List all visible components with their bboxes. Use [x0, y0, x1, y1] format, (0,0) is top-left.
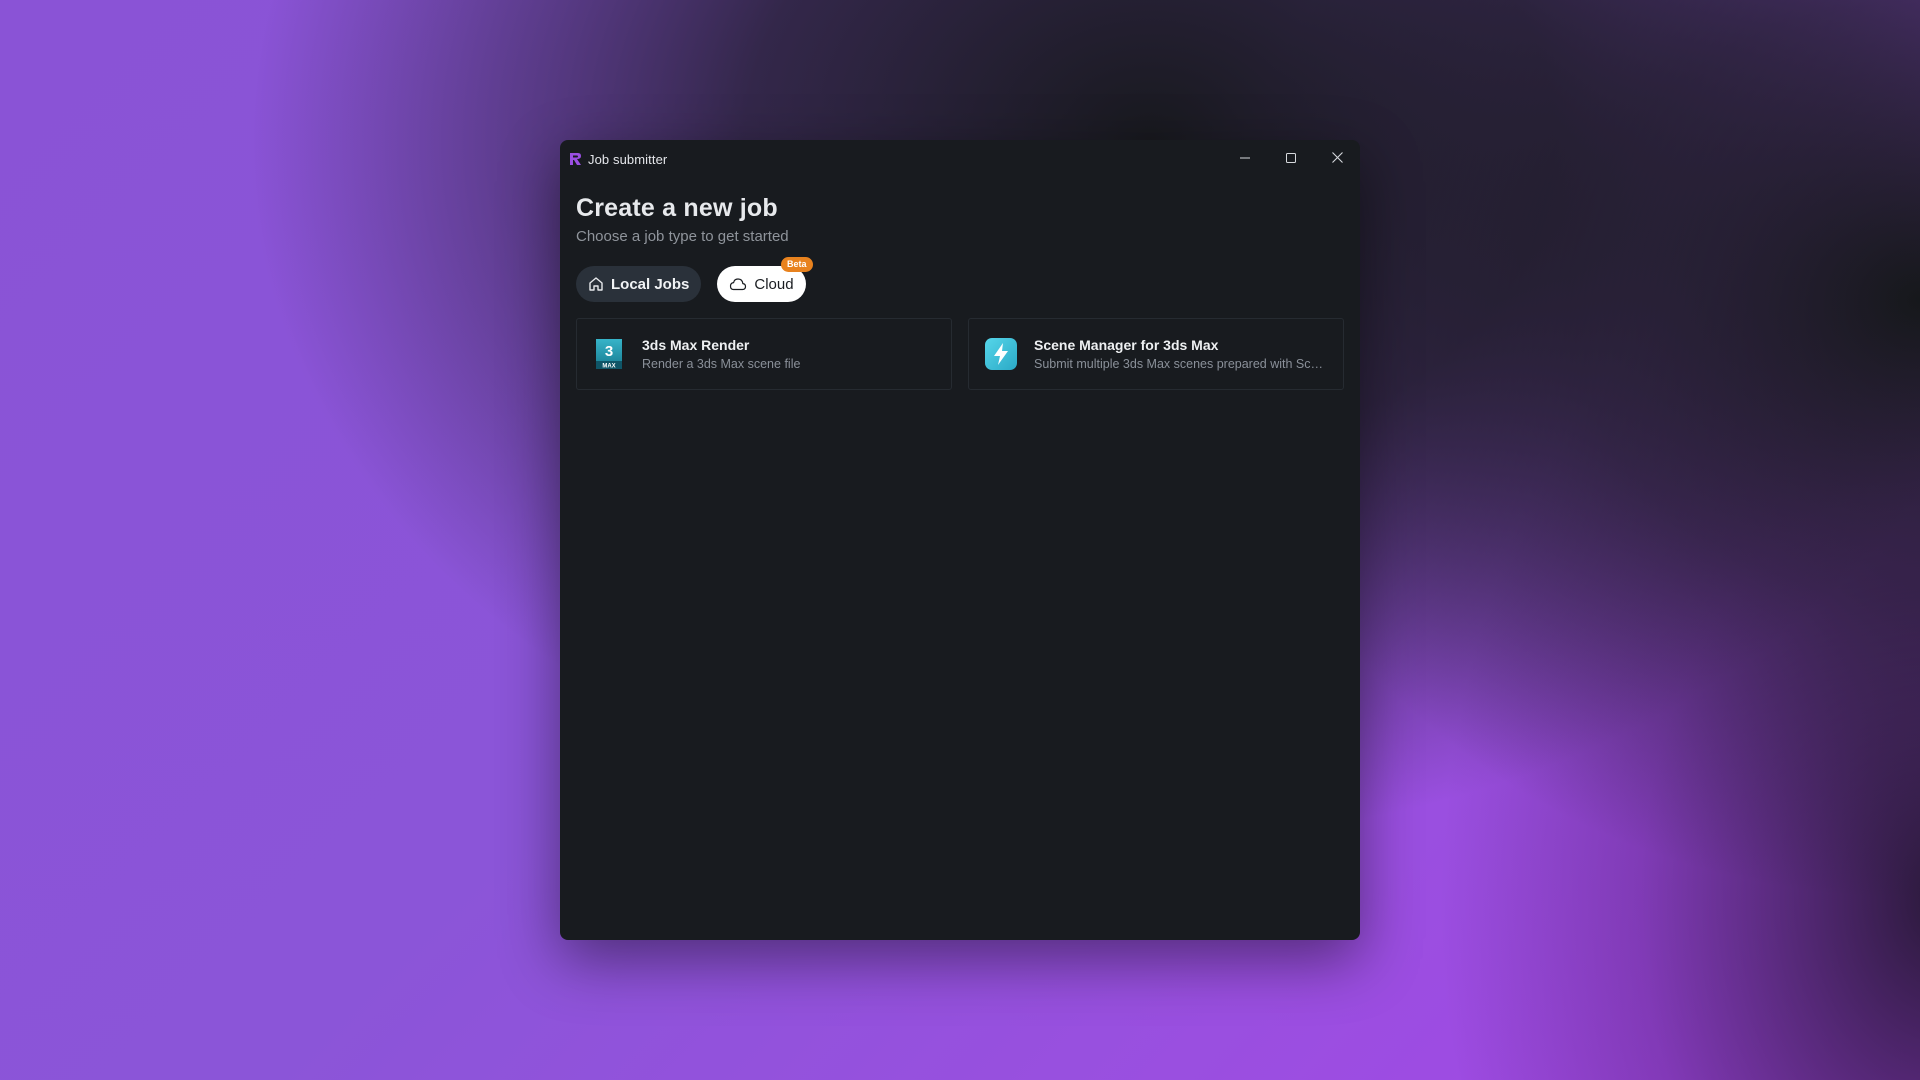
cloud-icon: [729, 277, 747, 291]
job-card-text: Scene Manager for 3ds Max Submit multipl…: [1034, 337, 1327, 371]
tab-cloud-label: Cloud: [754, 275, 794, 293]
minimize-icon: [1240, 150, 1250, 168]
window-controls: [1222, 140, 1360, 178]
page-title: Create a new job: [576, 194, 778, 222]
job-submitter-window: Job submitter Create a new job Choose a …: [560, 140, 1360, 940]
job-card-title: 3ds Max Render: [642, 337, 750, 353]
job-type-list: 3 MAX 3ds Max Render Render a 3ds Max sc…: [576, 318, 1344, 390]
job-card-description: Submit multiple 3ds Max scenes prepared …: [1034, 357, 1327, 371]
job-card-description: Render a 3ds Max scene file: [642, 357, 801, 371]
minimize-button[interactable]: [1222, 140, 1268, 178]
job-card-3ds-max-render[interactable]: 3 MAX 3ds Max Render Render a 3ds Max sc…: [576, 318, 952, 390]
main-content: Create a new job Choose a job type to ge…: [560, 178, 1360, 390]
tab-cloud[interactable]: Cloud Beta: [717, 257, 813, 302]
page-subtitle: Choose a job type to get started: [576, 228, 789, 245]
svg-text:MAX: MAX: [602, 364, 615, 370]
job-card-scene-manager[interactable]: Scene Manager for 3ds Max Submit multipl…: [968, 318, 1344, 390]
tab-local-jobs-label: Local Jobs: [611, 275, 690, 293]
window-title: Job submitter: [588, 151, 668, 167]
3ds-max-icon: 3 MAX: [593, 338, 625, 370]
lightning-bolt-icon: [985, 338, 1017, 370]
job-card-title: Scene Manager for 3ds Max: [1034, 337, 1219, 353]
job-category-tabs: Local Jobs Cloud Beta: [576, 257, 1344, 302]
home-icon: [588, 276, 604, 292]
maximize-icon: [1286, 150, 1296, 168]
tab-local-jobs[interactable]: Local Jobs: [576, 266, 702, 302]
close-icon: [1331, 150, 1343, 168]
beta-badge: Beta: [781, 257, 813, 272]
close-button[interactable]: [1314, 140, 1360, 178]
svg-text:3: 3: [605, 343, 613, 360]
maximize-button[interactable]: [1268, 140, 1314, 178]
app-logo-icon: [568, 151, 582, 167]
job-card-text: 3ds Max Render Render a 3ds Max scene fi…: [642, 337, 935, 371]
title-bar: Job submitter: [560, 140, 1360, 178]
